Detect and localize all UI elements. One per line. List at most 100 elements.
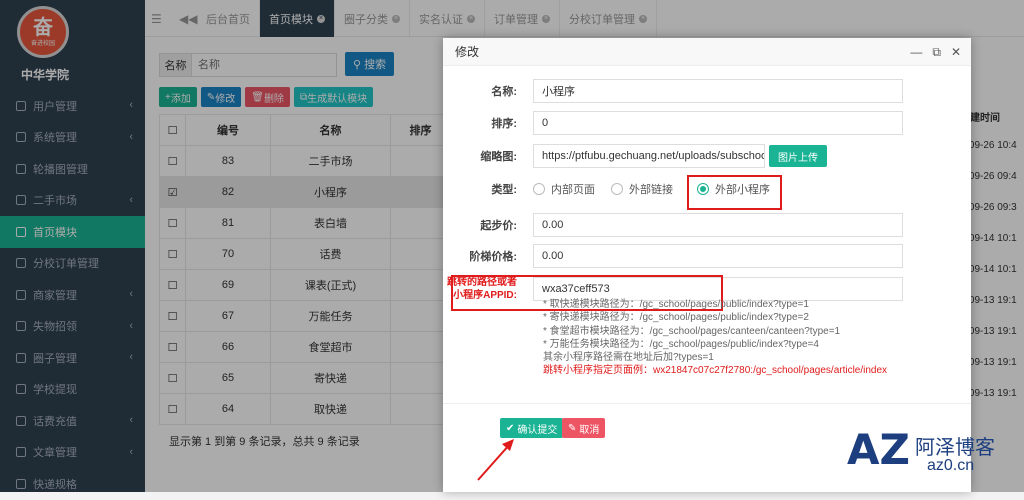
sidebar-item[interactable]: 圈子管理 ‹ <box>0 342 145 374</box>
modal-title: 修改 <box>455 45 480 59</box>
row-checkbox[interactable]: ☐ <box>159 269 186 301</box>
table-row[interactable]: ☐ 66 食堂超市 <box>159 331 451 363</box>
note-line: * 寄快递模块路径为：/gc_school/pages/public/index… <box>543 312 809 324</box>
close-icon[interactable]: × <box>542 14 550 23</box>
hamburger-icon[interactable]: ☰ <box>151 12 162 26</box>
close-icon[interactable]: × <box>317 14 325 23</box>
table-row[interactable]: ☐ 81 表白墙 <box>159 207 451 239</box>
table-row[interactable]: ☐ 70 话费 <box>159 238 451 270</box>
upload-image-button[interactable]: 图片上传 <box>769 145 827 167</box>
sidebar-item[interactable]: 二手市场 ‹ <box>0 185 145 217</box>
row-checkbox[interactable]: ☑ <box>159 176 186 208</box>
name-field[interactable]: 小程序 <box>533 79 903 103</box>
modal-footer <box>443 403 971 404</box>
cell-name: 寄快递 <box>270 362 391 394</box>
search-button-label: 搜索 <box>364 59 387 71</box>
sidebar-item[interactable]: 失物招领 ‹ <box>0 311 145 343</box>
note-line-red: 跳转小程序指定页面例：wx21847c07c27f2780:/gc_school… <box>543 365 888 377</box>
delete-button[interactable]: 🗑 删除 <box>245 87 290 107</box>
tab[interactable]: 首页模块 × <box>260 0 335 37</box>
tab[interactable]: 订单管理 × <box>485 0 560 37</box>
confirm-submit-button[interactable]: ✔ 确认提交 <box>500 418 564 438</box>
sidebar-item-label: 系统管理 <box>33 132 77 145</box>
tab[interactable]: 后台首页 <box>197 0 260 37</box>
col-sort[interactable]: 排序 <box>390 114 451 146</box>
user-icon <box>16 100 26 111</box>
table-row[interactable]: ☑ 82 小程序 <box>159 176 451 208</box>
chevron-left-icon: ‹ <box>129 193 133 206</box>
row-checkbox[interactable]: ☐ <box>159 238 186 270</box>
copy-icon <box>16 321 26 332</box>
type-radio-internal[interactable]: 内部页面 <box>533 181 595 197</box>
cell-sort <box>390 145 451 177</box>
edit-button[interactable]: ✎ 修改 <box>200 87 242 107</box>
table-row[interactable]: ☐ 65 寄快递 <box>159 362 451 394</box>
row-checkbox[interactable]: ☐ <box>159 362 186 394</box>
tab[interactable]: 实名认证 × <box>410 0 485 37</box>
school-name: 中华学院 <box>20 68 69 82</box>
desktop-icon <box>16 163 26 174</box>
pagination-info: 显示第 1 到第 9 条记录，总共 9 条记录 <box>169 436 360 448</box>
table-row[interactable]: ☐ 83 二手市场 <box>159 145 451 177</box>
search-button[interactable]: ⚲ 搜索 <box>345 52 395 76</box>
sort-field[interactable]: 0 <box>533 111 903 135</box>
start-price-field[interactable]: 0.00 <box>533 213 903 237</box>
type-radio-external-link[interactable]: 外部链接 <box>611 181 673 197</box>
pencil-icon: ✎ <box>568 422 577 434</box>
close-icon[interactable]: × <box>467 14 475 23</box>
col-name[interactable]: 名称 <box>270 114 391 146</box>
highlight-box-type <box>687 175 782 210</box>
sidebar-item[interactable]: 文章管理 ‹ <box>0 437 145 469</box>
table-row[interactable]: ☐ 64 取快递 <box>159 393 451 425</box>
watermark-name: 阿泽博客 <box>915 437 995 459</box>
cancel-button[interactable]: ✎ 取消 <box>562 418 606 438</box>
sidebar-item[interactable]: 系统管理 ‹ <box>0 122 145 154</box>
tab[interactable]: 圈子分类 × <box>335 0 410 37</box>
add-button[interactable]: + 添加 <box>159 87 197 107</box>
sidebar-item[interactable]: 话费充值 ‹ <box>0 405 145 437</box>
generate-button[interactable]: ⧉ 生成默认模块 <box>293 87 374 107</box>
generate-button-label: 生成默认模块 <box>307 93 368 105</box>
close-icon[interactable]: × <box>392 14 400 23</box>
sidebar-menu: 用户管理 ‹ 系统管理 ‹ 轮播图管理 二手市场 ‹ 首页模块 分校订单管理 商家管理 ‹ 失物招领 ‹… <box>0 90 145 500</box>
tab-scroll-left-icon[interactable]: ◀◀ <box>179 12 197 26</box>
minimize-icon[interactable]: — <box>910 45 922 60</box>
row-checkbox[interactable]: ☐ <box>159 300 186 332</box>
row-checkbox[interactable]: ☐ <box>159 393 186 425</box>
chevron-left-icon: ‹ <box>129 288 133 300</box>
close-icon[interactable]: × <box>639 14 647 23</box>
close-icon[interactable]: ✕ <box>951 45 961 60</box>
tab[interactable]: 分校订单管理 × <box>560 0 657 37</box>
cell-sort <box>390 300 451 332</box>
search-icon: ⚲ <box>353 58 362 71</box>
select-all-checkbox[interactable]: ☐ <box>159 114 186 146</box>
table-row[interactable]: ☐ 67 万能任务 <box>159 300 451 332</box>
table-row[interactable]: ☐ 69 课表(正式) <box>159 269 451 301</box>
sidebar-item[interactable]: 首页模块 <box>0 216 145 248</box>
sidebar-item[interactable]: 商家管理 ‹ <box>0 279 145 311</box>
sidebar-item[interactable]: 快递规格 <box>0 468 145 500</box>
sidebar-item-label: 快递规格 <box>33 478 77 491</box>
step-price-label: 阶梯价格: <box>469 251 517 263</box>
step-price-field[interactable]: 0.00 <box>533 244 903 268</box>
col-id[interactable]: 编号 <box>185 114 271 146</box>
copy-icon <box>16 226 26 237</box>
sidebar-item[interactable]: 用户管理 ‹ <box>0 90 145 122</box>
row-checkbox[interactable]: ☐ <box>159 145 186 177</box>
thumb-url-field[interactable]: https://ptfubu.gechuang.net/uploads/subs… <box>533 144 765 168</box>
note-line: * 万能任务模块路径为：/gc_school/pages/public/inde… <box>543 338 819 350</box>
sidebar-item[interactable]: 轮播图管理 <box>0 153 145 185</box>
note-line: * 取快递模块路径为：/gc_school/pages/public/index… <box>543 299 809 310</box>
search-input[interactable] <box>192 53 337 77</box>
row-checkbox[interactable]: ☐ <box>159 207 186 239</box>
maximize-icon[interactable]: ⧉ <box>932 45 941 60</box>
watermark: AZ 阿泽博客 az0.cn <box>845 425 1020 485</box>
row-checkbox[interactable]: ☐ <box>159 331 186 363</box>
type-label: 类型: <box>491 184 517 196</box>
sidebar-item[interactable]: 学校提现 <box>0 374 145 406</box>
thumb-label: 缩略图: <box>480 151 517 163</box>
cell-name: 二手市场 <box>270 145 391 177</box>
copy-icon <box>16 415 26 426</box>
cell-name: 取快递 <box>270 393 391 425</box>
sidebar-item[interactable]: 分校订单管理 <box>0 248 145 280</box>
